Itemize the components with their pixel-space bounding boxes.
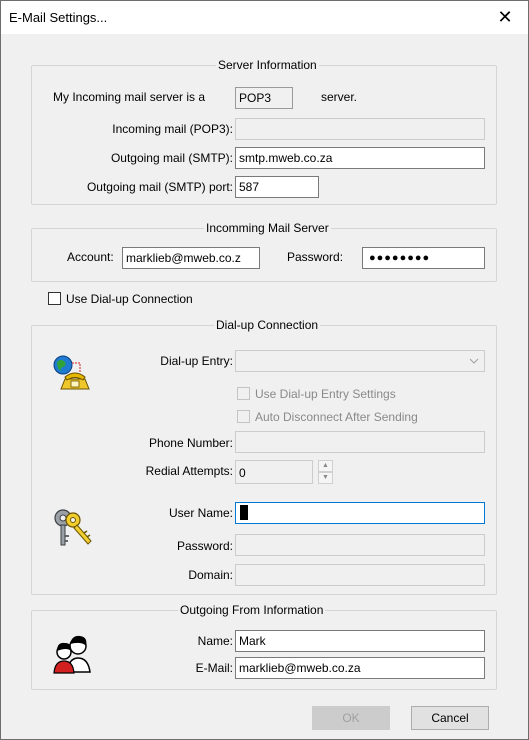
server-information-legend: Server Information — [216, 58, 319, 73]
dialup-entry-select[interactable] — [235, 350, 485, 372]
outgoing-mail-input[interactable]: smtp.mweb.co.za — [235, 147, 485, 169]
use-dialup-entry-settings-checkbox[interactable] — [237, 387, 250, 400]
from-email-input[interactable]: marklieb@mweb.co.za — [235, 657, 485, 679]
close-button[interactable]: ✕ — [482, 1, 528, 34]
dialup-password-label: Password: — [176, 539, 233, 553]
dialup-domain-label: Domain: — [188, 568, 233, 582]
phone-number-input[interactable] — [235, 431, 485, 453]
dialup-password-input[interactable] — [235, 534, 485, 556]
from-name-input[interactable]: Mark — [235, 630, 485, 652]
spin-down-icon[interactable]: ▼ — [318, 472, 333, 484]
use-dialup-checkbox[interactable] — [48, 292, 61, 305]
incoming-mail-label: Incoming mail (POP3): — [112, 122, 233, 136]
outgoing-port-input[interactable]: 587 — [235, 176, 319, 198]
people-icon — [53, 635, 91, 674]
from-email-label: E-Mail: — [195, 661, 233, 675]
cancel-button[interactable]: Cancel — [411, 706, 489, 730]
account-input[interactable]: marklieb@mweb.co.z — [122, 247, 260, 269]
incoming-password-input[interactable]: ●●●●●●●● — [362, 247, 485, 269]
dialup-entry-label: Dial-up Entry: — [160, 354, 233, 368]
chevron-down-icon — [469, 358, 479, 364]
redial-attempts-spinner[interactable]: ▲ ▼ — [318, 460, 333, 484]
outgoing-from-legend: Outgoing From Information — [178, 603, 326, 618]
from-name-label: Name: — [197, 634, 233, 648]
use-dialup-label[interactable]: Use Dial-up Connection — [66, 291, 193, 307]
dialup-username-label: User Name: — [168, 506, 233, 520]
incoming-type-suffix: server. — [321, 90, 358, 104]
ok-button[interactable]: OK — [312, 706, 390, 730]
incoming-password-label: Password: — [287, 250, 344, 264]
keys-icon — [54, 509, 92, 546]
outgoing-mail-label: Outgoing mail (SMTP): — [110, 151, 233, 165]
incoming-mail-server-legend: Incomming Mail Server — [204, 221, 331, 236]
dialup-domain-input[interactable] — [235, 564, 485, 586]
outgoing-port-label: Outgoing mail (SMTP) port: — [86, 180, 233, 194]
use-dialup-entry-settings-label[interactable]: Use Dial-up Entry Settings — [255, 386, 396, 402]
dialup-username-input[interactable] — [235, 502, 485, 524]
phone-number-label: Phone Number: — [148, 436, 233, 450]
incoming-type-value: POP3 — [235, 87, 293, 109]
auto-disconnect-checkbox[interactable] — [237, 410, 250, 423]
auto-disconnect-label[interactable]: Auto Disconnect After Sending — [255, 409, 418, 425]
window-title: E-Mail Settings... — [9, 10, 108, 25]
text-caret — [240, 505, 248, 520]
close-icon: ✕ — [497, 7, 513, 27]
redial-attempts-input[interactable]: 0 — [235, 460, 313, 484]
incoming-mail-input[interactable] — [235, 118, 485, 140]
account-label: Account: — [67, 250, 114, 264]
email-settings-dialog: E-Mail Settings... ✕ Server Information … — [0, 0, 529, 740]
redial-attempts-label: Redial Attempts: — [145, 464, 233, 478]
globe-phone-icon — [53, 355, 90, 390]
dialup-connection-legend: Dial-up Connection — [214, 318, 321, 333]
spin-up-icon[interactable]: ▲ — [318, 460, 333, 472]
title-bar: E-Mail Settings... ✕ — [1, 1, 528, 34]
incoming-type-prefix: My Incoming mail server is a — [53, 90, 206, 104]
